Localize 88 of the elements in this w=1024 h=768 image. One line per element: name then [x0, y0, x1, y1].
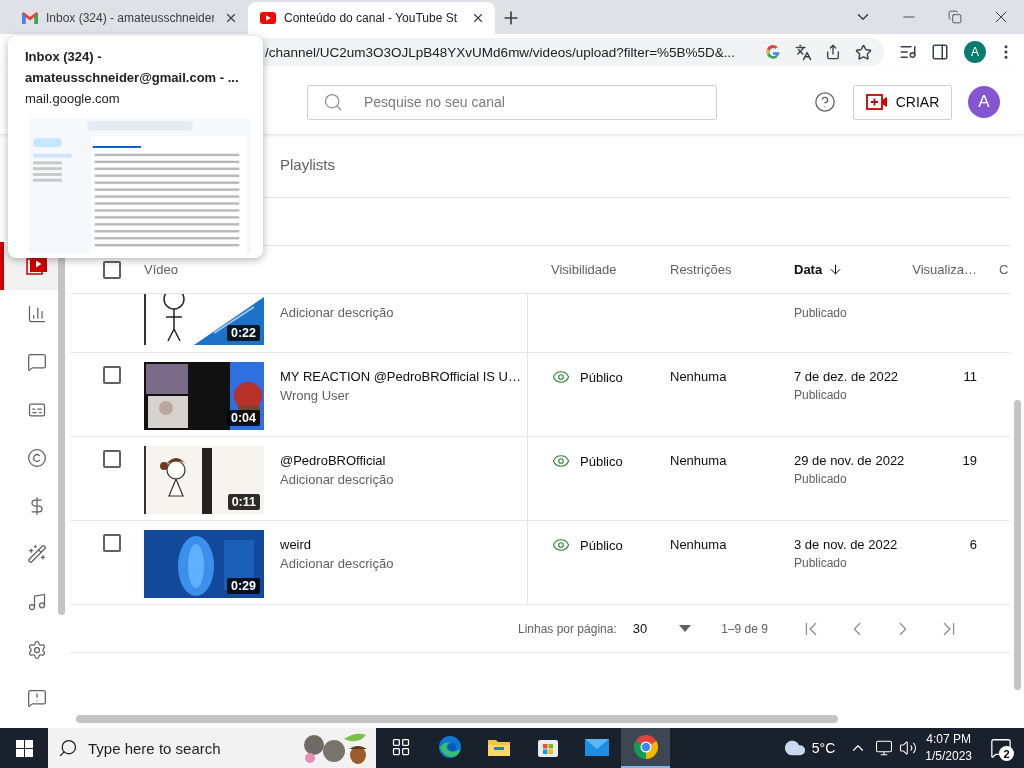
caret-icon: [679, 625, 692, 632]
camera-plus-icon: [865, 94, 888, 110]
taskbar-app[interactable]: [621, 728, 670, 768]
profile-avatar[interactable]: A: [964, 41, 986, 63]
chart-icon: [27, 304, 47, 324]
envelope-icon: [22, 12, 38, 24]
bookmark-button[interactable]: [854, 43, 872, 61]
create-button[interactable]: CRIAR: [853, 84, 952, 120]
status-text: Publicado: [794, 306, 847, 320]
edge-icon: [437, 735, 462, 759]
rows-per-page-label: Linhas por página:: [518, 621, 617, 636]
video-description: Adicionar descrição: [280, 305, 394, 320]
checkbox[interactable]: [103, 366, 121, 384]
music-icon: [27, 592, 47, 612]
tooltip-url: mail.google.com: [25, 90, 121, 108]
visibility-text[interactable]: Público: [580, 537, 623, 553]
settings-icon: [27, 640, 47, 660]
close-button[interactable]: [224, 11, 238, 25]
duration-badge: 0:29: [226, 578, 260, 594]
duration-badge: 0:04: [226, 410, 260, 426]
checkbox[interactable]: [103, 260, 121, 279]
eye-icon: [552, 368, 570, 386]
browser-tab[interactable]: Conteúdo do canal - YouTube St: [248, 2, 495, 34]
restore-button[interactable]: [948, 10, 962, 24]
rows-per-page-select[interactable]: 30: [632, 621, 692, 636]
column-header[interactable]: Vídeo: [134, 262, 527, 277]
notification-count: 2: [999, 746, 1014, 761]
channel-avatar[interactable]: A: [968, 86, 1000, 118]
scrollbar[interactable]: [1013, 400, 1021, 690]
windows-icon: [15, 739, 33, 757]
help-button[interactable]: [814, 91, 836, 113]
content-tab[interactable]: Playlists: [280, 148, 335, 184]
network-icon[interactable]: [875, 739, 894, 757]
weather-widget[interactable]: 5°C: [783, 737, 836, 759]
date-text: 3 de nov. de 2022: [794, 537, 898, 552]
date-text: 29 de nov. de 2022: [794, 453, 905, 468]
eye-icon: [552, 536, 570, 554]
sort-arrow-icon: [828, 262, 844, 277]
column-header[interactable]: Restrições: [645, 262, 769, 277]
video-title[interactable]: weird: [280, 537, 394, 552]
notification-icon: [990, 737, 1012, 759]
duration-badge: 0:11: [227, 494, 260, 510]
date-text: 7 de dez. de 2022: [794, 369, 899, 384]
column-header[interactable]: Visibilidade: [527, 262, 645, 277]
column-header[interactable]: Data: [769, 262, 893, 277]
eye-icon: [552, 452, 570, 470]
table-cell-text: Nenhuma: [669, 536, 728, 554]
scrollbar[interactable]: [76, 715, 838, 723]
media-button[interactable]: [899, 43, 918, 61]
video-description: Adicionar descrição: [280, 472, 394, 487]
folder-icon: [486, 737, 511, 757]
close-button[interactable]: [471, 11, 485, 25]
taskbar-search-field[interactable]: Type here to search: [48, 728, 376, 768]
column-header[interactable]: C: [977, 262, 1010, 277]
checkbox[interactable]: [103, 534, 121, 552]
video-description: Adicionar descrição: [280, 556, 394, 571]
status-text: Publicado: [794, 388, 847, 402]
task-view-icon: [390, 737, 411, 757]
video-title[interactable]: @PedroBROfficial: [280, 453, 394, 468]
video-description: Wrong User: [280, 388, 351, 403]
status-text: Publicado: [794, 472, 847, 486]
comment-icon: [27, 352, 47, 372]
column-header[interactable]: Visualiza…: [893, 262, 977, 277]
video-title[interactable]: MY REACTION @PedroBROfficial IS U…: [280, 369, 521, 384]
duration-badge: 0:22: [226, 325, 260, 341]
side-panel-button[interactable]: [931, 43, 950, 61]
search-field[interactable]: Pesquise no seu canal: [307, 84, 717, 120]
page-range: 1–9 de 9: [721, 621, 768, 636]
visibility-text[interactable]: Público: [580, 453, 623, 469]
notifications-button[interactable]: 2: [986, 728, 1016, 768]
search-icon: [323, 91, 343, 112]
play-icon: [260, 12, 276, 24]
search-icon: [58, 738, 78, 758]
translate-button[interactable]: [794, 43, 812, 61]
share-button[interactable]: [825, 44, 842, 60]
wand-icon: [27, 544, 47, 564]
mail-icon: [583, 737, 610, 757]
volume-icon[interactable]: [899, 739, 918, 757]
copyright-icon: [27, 448, 47, 468]
clock[interactable]: 4:07 PM 1/5/2023: [925, 731, 972, 765]
visibility-text[interactable]: Público: [580, 369, 623, 385]
feedback-icon: [27, 688, 47, 708]
chrome-icon: [633, 735, 658, 759]
status-text: Publicado: [794, 556, 847, 570]
table-cell-text: Nenhuma: [669, 368, 728, 386]
checkbox[interactable]: [103, 450, 121, 468]
table-cell-text: Nenhuma: [669, 452, 728, 470]
google-icon[interactable]: [765, 44, 782, 60]
